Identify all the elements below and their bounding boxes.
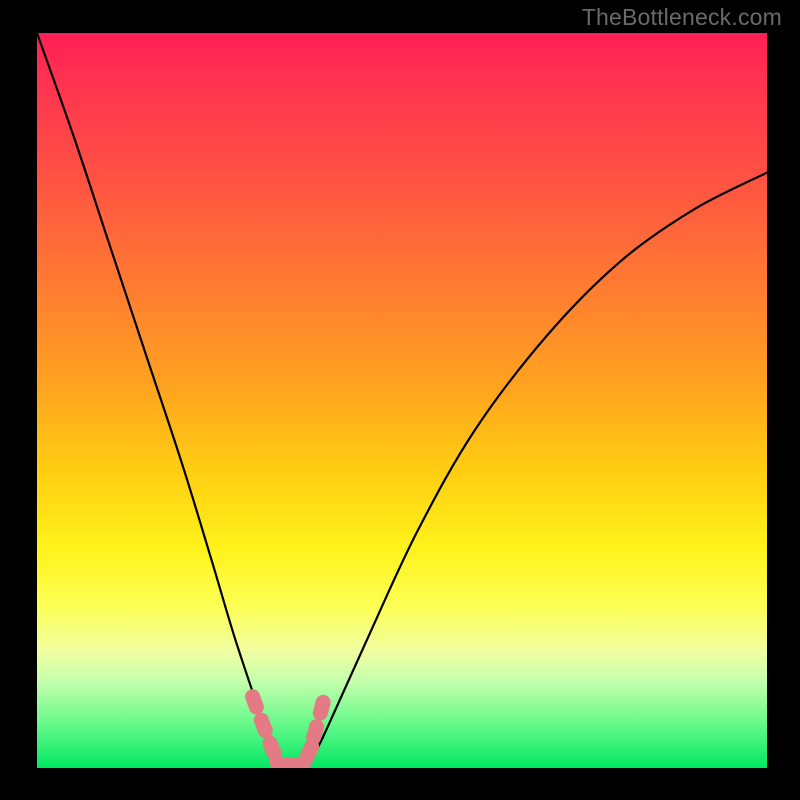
highlight-marker: [311, 693, 332, 722]
chart-frame: TheBottleneck.com: [0, 0, 800, 800]
bottleneck-curve: [37, 33, 767, 768]
plot-area: [37, 33, 767, 768]
highlight-marker: [243, 687, 266, 717]
watermark-label: TheBottleneck.com: [582, 4, 782, 31]
highlight-marker: [252, 711, 275, 741]
